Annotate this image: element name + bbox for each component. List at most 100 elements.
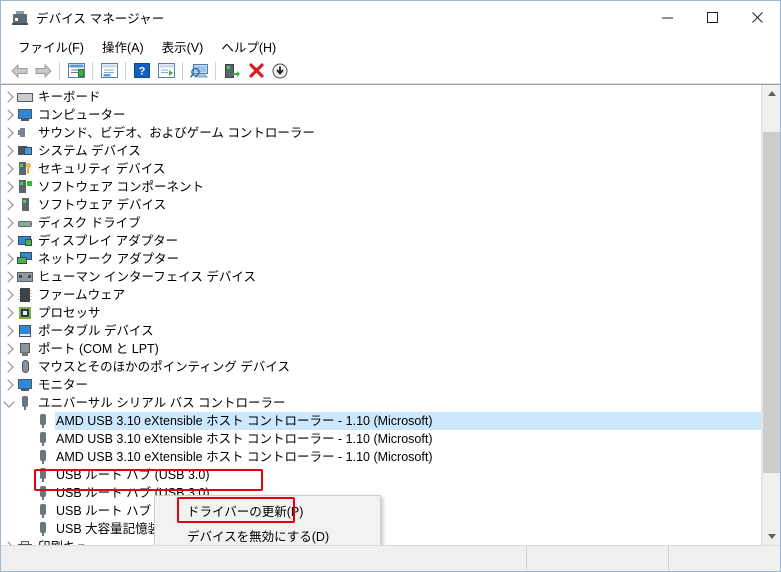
ctx-update-driver[interactable]: ドライバーの更新(P) xyxy=(155,498,380,523)
expander-keyboard[interactable] xyxy=(1,88,17,106)
tree-item-usb-mass-storage[interactable]: USB 大容量記憶装置 xyxy=(1,520,761,538)
device-manager-icon xyxy=(12,10,28,26)
tree-item-computer[interactable]: コンピューター xyxy=(1,106,761,124)
minimize-button[interactable] xyxy=(645,1,690,34)
content-area: キーボード コンピューター サウンド、ビデオ、およびゲーム コントローラー シス… xyxy=(1,84,780,545)
tree-item-keyboard[interactable]: キーボード xyxy=(1,88,761,106)
expander-display-adapters[interactable] xyxy=(1,232,17,250)
expander-print-queues[interactable] xyxy=(1,538,17,545)
uninstall-device-icon[interactable] xyxy=(244,59,268,82)
tree-item-label: ファームウェア xyxy=(38,288,126,302)
expander-computer[interactable] xyxy=(1,106,17,124)
usb-device-icon xyxy=(35,521,51,537)
system-device-icon xyxy=(17,143,33,159)
tree-item-security-devices[interactable]: セキュリティ デバイス xyxy=(1,160,761,178)
help-icon[interactable]: ? xyxy=(130,59,154,82)
tree-item-amd-usb-3[interactable]: AMD USB 3.10 eXtensible ホスト コントローラー - 1.… xyxy=(1,448,761,466)
vertical-scrollbar[interactable] xyxy=(762,85,780,545)
tree-item-sound[interactable]: サウンド、ビデオ、およびゲーム コントローラー xyxy=(1,124,761,142)
maximize-button[interactable] xyxy=(690,1,735,34)
tree-item-label: AMD USB 3.10 eXtensible ホスト コントローラー - 1.… xyxy=(56,432,433,446)
toolbar-separator-4 xyxy=(182,61,183,80)
status-pane-3 xyxy=(668,546,780,571)
update-driver-icon[interactable] xyxy=(154,59,178,82)
tree-item-label: システム デバイス xyxy=(38,144,141,158)
expander-ports[interactable] xyxy=(1,340,17,358)
menu-help[interactable]: ヘルプ(H) xyxy=(212,35,285,58)
tree-item-mice[interactable]: マウスとそのほかのポインティング デバイス xyxy=(1,358,761,376)
disable-device-icon[interactable] xyxy=(268,59,292,82)
properties-icon[interactable] xyxy=(64,59,88,82)
expander-usb-controllers[interactable] xyxy=(1,394,17,412)
toolbar-separator-2 xyxy=(92,61,93,80)
close-button[interactable] xyxy=(735,1,780,34)
menu-view[interactable]: 表示(V) xyxy=(153,35,213,58)
context-menu[interactable]: ドライバーの更新(P) デバイスを無効にする(D) デバイスのアンインストール(… xyxy=(154,495,381,545)
tree-item-usb-controllers[interactable]: ユニバーサル シリアル バス コントローラー xyxy=(1,394,761,412)
toolbar-separator-3 xyxy=(125,61,126,80)
expander-security-devices[interactable] xyxy=(1,160,17,178)
tree-item-hid[interactable]: ヒューマン インターフェイス デバイス xyxy=(1,268,761,286)
tree-item-monitors[interactable]: モニター xyxy=(1,376,761,394)
tree-item-label: ディスプレイ アダプター xyxy=(38,234,179,248)
tree-item-system-devices[interactable]: システム デバイス xyxy=(1,142,761,160)
scroll-down-icon[interactable] xyxy=(763,528,780,545)
hid-icon xyxy=(17,269,33,285)
scrollbar-track[interactable] xyxy=(763,102,780,528)
expander-portable-devices[interactable] xyxy=(1,322,17,340)
expander-spacer xyxy=(19,502,35,520)
tree-item-label: プロセッサ xyxy=(38,306,101,320)
tree-item-label: モニター xyxy=(38,378,89,392)
software-device-icon xyxy=(17,197,33,213)
toolbar-separator-1 xyxy=(59,61,60,80)
expander-firmware[interactable] xyxy=(1,286,17,304)
expander-sound[interactable] xyxy=(1,124,17,142)
expander-system-devices[interactable] xyxy=(1,142,17,160)
tree-item-amd-usb-1[interactable]: AMD USB 3.10 eXtensible ホスト コントローラー - 1.… xyxy=(1,412,761,430)
expander-software-components[interactable] xyxy=(1,178,17,196)
expander-network-adapters[interactable] xyxy=(1,250,17,268)
expander-hid[interactable] xyxy=(1,268,17,286)
tree-item-portable-devices[interactable]: ポータブル デバイス xyxy=(1,322,761,340)
enable-device-icon[interactable] xyxy=(220,59,244,82)
expander-processors[interactable] xyxy=(1,304,17,322)
expander-spacer xyxy=(19,430,35,448)
tree-item-label: ポート (COM と LPT) xyxy=(38,342,159,356)
status-main xyxy=(1,546,526,571)
sound-icon xyxy=(17,125,33,141)
port-icon xyxy=(17,341,33,357)
tree-item-usb-root-hub-2[interactable]: USB ルート ハブ (USB 3.0) xyxy=(1,484,761,502)
tree-item-display-adapters[interactable]: ディスプレイ アダプター xyxy=(1,232,761,250)
tree-item-software-devices[interactable]: ソフトウェア デバイス xyxy=(1,196,761,214)
tree-item-label: コンピューター xyxy=(38,108,126,122)
expander-monitors[interactable] xyxy=(1,376,17,394)
scrollbar-thumb[interactable] xyxy=(763,131,780,473)
menu-file[interactable]: ファイル(F) xyxy=(9,35,93,58)
back-icon[interactable] xyxy=(7,59,31,82)
tree-item-processors[interactable]: プロセッサ xyxy=(1,304,761,322)
forward-icon[interactable] xyxy=(31,59,55,82)
portable-device-icon xyxy=(17,323,33,339)
tree-item-software-components[interactable]: ソフトウェア コンポーネント xyxy=(1,178,761,196)
scan-hardware-changes-icon[interactable] xyxy=(187,59,211,82)
tree-item-disk-drives[interactable]: ディスク ドライブ xyxy=(1,214,761,232)
display-adapter-icon xyxy=(17,233,33,249)
tree-item-print-queues[interactable]: 印刷キュー xyxy=(1,538,761,545)
scroll-up-icon[interactable] xyxy=(763,85,780,102)
show-hidden-devices-icon[interactable] xyxy=(97,59,121,82)
tree-item-label: ポータブル デバイス xyxy=(38,324,154,338)
tree-item-network-adapters[interactable]: ネットワーク アダプター xyxy=(1,250,761,268)
tree-item-label: AMD USB 3.10 eXtensible ホスト コントローラー - 1.… xyxy=(56,450,433,464)
tree-item-usb-root-hub-3[interactable]: USB ルート ハブ (USB 3.0) xyxy=(1,502,761,520)
tree-item-amd-usb-2[interactable]: AMD USB 3.10 eXtensible ホスト コントローラー - 1.… xyxy=(1,430,761,448)
menu-action[interactable]: 操作(A) xyxy=(93,35,153,58)
expander-spacer xyxy=(19,412,35,430)
expander-disk-drives[interactable] xyxy=(1,214,17,232)
tree-item-usb-root-hub-1[interactable]: USB ルート ハブ (USB 3.0) xyxy=(1,466,761,484)
expander-software-devices[interactable] xyxy=(1,196,17,214)
tree-item-ports[interactable]: ポート (COM と LPT) xyxy=(1,340,761,358)
tree-item-firmware[interactable]: ファームウェア xyxy=(1,286,761,304)
ctx-disable-device[interactable]: デバイスを無効にする(D) xyxy=(155,523,380,545)
expander-mice[interactable] xyxy=(1,358,17,376)
device-tree[interactable]: キーボード コンピューター サウンド、ビデオ、およびゲーム コントローラー シス… xyxy=(1,85,762,545)
